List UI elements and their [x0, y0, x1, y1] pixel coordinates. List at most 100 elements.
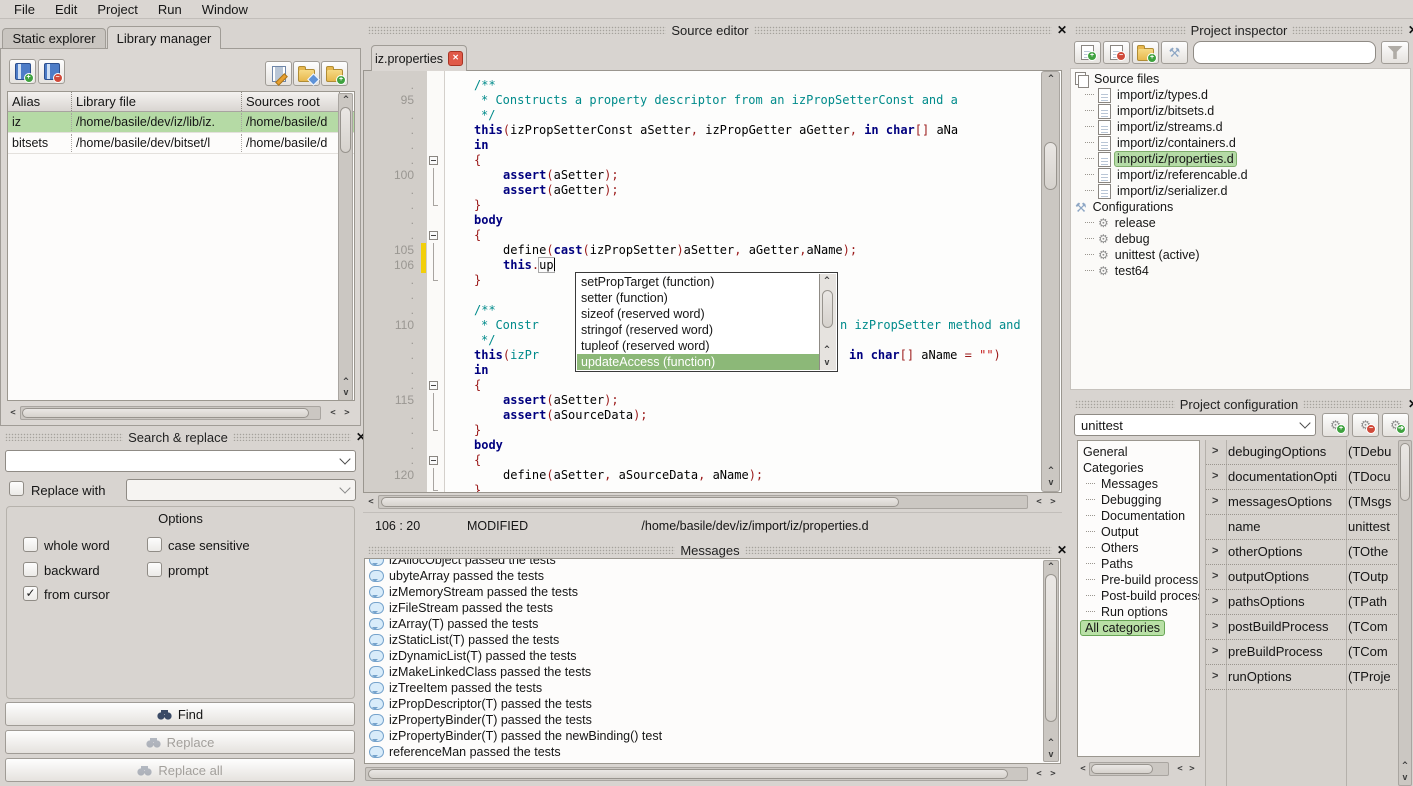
property-row-name[interactable]: nameunittest — [1206, 515, 1398, 540]
menu-project[interactable]: Project — [87, 1, 147, 18]
messages-vscrollbar[interactable]: ^ ^ v — [1043, 560, 1059, 762]
fold-marker[interactable] — [427, 408, 443, 423]
add-source-folder-button[interactable]: + — [1132, 41, 1159, 64]
close-project-inspector-icon[interactable]: ✕ — [1408, 24, 1413, 36]
property-row-debugingoptions[interactable]: >debugingOptions(TDebu — [1206, 440, 1398, 465]
message-item[interactable]: izTreeItem passed the tests — [369, 680, 542, 696]
fold-marker[interactable] — [427, 453, 443, 468]
editor-tab-iz-properties[interactable]: iz.properties ✕ — [371, 45, 467, 71]
property-value[interactable]: (TCom — [1348, 619, 1398, 634]
option-checkbox-backward[interactable] — [23, 562, 38, 577]
open-library-sources-button[interactable] — [293, 61, 320, 86]
property-grid-vscrollbar[interactable]: ^ v — [1398, 440, 1412, 786]
category-run-options[interactable]: Run options — [1086, 604, 1170, 620]
expand-icon[interactable]: > — [1212, 670, 1218, 682]
expand-icon[interactable]: > — [1212, 595, 1218, 607]
editor-vscrollbar[interactable]: ^ ^ v — [1041, 71, 1060, 492]
fold-box-icon[interactable] — [429, 156, 438, 165]
message-item[interactable]: ubyteArray passed the tests — [369, 568, 544, 584]
expand-icon[interactable]: > — [1212, 545, 1218, 557]
tree-item-import-iz-referencable-d[interactable]: import/iz/referencable.d — [1085, 167, 1250, 183]
remove-file-button[interactable]: − — [1103, 41, 1130, 64]
category-post-build-process[interactable]: Post-build process — [1086, 588, 1200, 604]
close-messages-icon[interactable]: ✕ — [1057, 544, 1067, 556]
tree-item-import-iz-bitsets-d[interactable]: import/iz/bitsets.d — [1085, 103, 1216, 119]
fold-marker[interactable] — [427, 468, 443, 483]
message-item[interactable]: izPropertyBinder(T) passed the tests — [369, 712, 592, 728]
fold-marker[interactable] — [427, 228, 443, 243]
expand-icon[interactable]: > — [1212, 620, 1218, 632]
replace-with-checkbox[interactable] — [9, 481, 24, 496]
categories-hscrollbar[interactable]: < < < > — [1077, 761, 1200, 777]
property-value[interactable]: (TPath — [1348, 594, 1398, 609]
close-project-configuration-icon[interactable]: ✕ — [1408, 398, 1413, 410]
option-checkbox-prompt[interactable] — [147, 562, 162, 577]
property-row-pathsoptions[interactable]: >pathsOptions(TPath — [1206, 590, 1398, 615]
tree-item-import-iz-properties-d[interactable]: import/iz/properties.d — [1085, 151, 1236, 167]
message-item[interactable]: izMakeLinkedClass passed the tests — [369, 664, 591, 680]
filter-button[interactable] — [1381, 41, 1409, 64]
category-debugging[interactable]: Debugging — [1086, 492, 1163, 508]
tab-static-explorer[interactable]: Static explorer — [2, 28, 106, 48]
property-value[interactable]: (TDocu — [1348, 469, 1398, 484]
tree-item-import-iz-streams-d[interactable]: import/iz/streams.d — [1085, 119, 1225, 135]
fold-marker[interactable] — [427, 198, 443, 213]
remove-library-button[interactable]: − — [38, 59, 65, 84]
edit-library-button[interactable] — [265, 61, 292, 86]
category-general[interactable]: General — [1081, 444, 1129, 460]
configuration-selector[interactable]: unittest — [1074, 414, 1316, 436]
option-checkbox-case-sensitive[interactable] — [147, 537, 162, 552]
property-value[interactable]: (TOthe — [1348, 544, 1398, 559]
expand-icon[interactable]: > — [1212, 645, 1218, 657]
option-checkbox-whole-word[interactable] — [23, 537, 38, 552]
tree-item-configurations[interactable]: ⚒Configurations — [1075, 199, 1175, 215]
add-file-button[interactable]: + — [1074, 41, 1101, 64]
close-tab-icon[interactable]: ✕ — [448, 51, 463, 66]
clone-configuration-button[interactable]: ⚙➔ — [1382, 413, 1409, 437]
inspector-filter-input[interactable] — [1193, 41, 1376, 64]
table-row[interactable]: iz/home/basile/dev/iz/lib/iz./home/basil… — [8, 112, 354, 133]
project-settings-button[interactable]: ⚒ — [1161, 41, 1188, 64]
menu-file[interactable]: File — [4, 1, 45, 18]
message-item[interactable]: izArray(T) passed the tests — [369, 616, 538, 632]
tab-library-manager[interactable]: Library manager — [107, 26, 221, 49]
tree-item-import-iz-types-d[interactable]: import/iz/types.d — [1085, 87, 1210, 103]
fold-marker[interactable] — [427, 393, 443, 408]
category-output[interactable]: Output — [1086, 524, 1141, 540]
completion-item[interactable]: setPropTarget (function) — [577, 274, 822, 290]
property-row-messagesoptions[interactable]: >messagesOptions(TMsgs — [1206, 490, 1398, 515]
add-library-folder-button[interactable]: + — [321, 61, 348, 86]
menu-run[interactable]: Run — [148, 1, 192, 18]
library-table-vscrollbar[interactable]: ^ ^ v — [338, 93, 353, 401]
option-checkbox-from-cursor[interactable]: ✓ — [23, 586, 38, 601]
messages-hscrollbar[interactable]: < > — [364, 766, 1061, 782]
category-others[interactable]: Others — [1086, 540, 1141, 556]
tree-item-source-files[interactable]: Source files — [1075, 71, 1161, 87]
message-item[interactable]: izPropertyBinder(T) passed the newBindin… — [369, 728, 662, 744]
close-source-editor-icon[interactable]: ✕ — [1057, 24, 1067, 36]
completion-item[interactable]: tupleof (reserved word) — [577, 338, 822, 354]
category-paths[interactable]: Paths — [1086, 556, 1135, 572]
fold-box-icon[interactable] — [429, 456, 438, 465]
property-value[interactable]: (TMsgs — [1348, 494, 1398, 509]
category-all-categories[interactable]: All categories — [1080, 620, 1165, 636]
property-row-prebuildprocess[interactable]: >preBuildProcess(TCom — [1206, 640, 1398, 665]
fold-box-icon[interactable] — [429, 381, 438, 390]
search-input[interactable] — [5, 450, 356, 472]
property-row-otheroptions[interactable]: >otherOptions(TOthe — [1206, 540, 1398, 565]
property-row-runoptions[interactable]: >runOptions(TProje — [1206, 665, 1398, 690]
message-item[interactable]: izFileStream passed the tests — [369, 600, 553, 616]
expand-icon[interactable]: > — [1212, 495, 1218, 507]
completion-item[interactable]: setter (function) — [577, 290, 822, 306]
fold-marker[interactable] — [427, 273, 443, 288]
replace-input[interactable] — [126, 479, 356, 501]
message-item[interactable]: izAllocObject passed the tests — [369, 558, 556, 568]
tree-item-debug[interactable]: ⚙debug — [1085, 231, 1152, 247]
tree-item-import-iz-serializer-d[interactable]: import/iz/serializer.d — [1085, 183, 1229, 199]
library-table-hscrollbar[interactable]: < < > — [7, 405, 355, 421]
tree-item-import-iz-containers-d[interactable]: import/iz/containers.d — [1085, 135, 1238, 151]
completion-item[interactable]: updateAccess (function) — [577, 354, 822, 370]
fold-box-icon[interactable] — [429, 231, 438, 240]
message-item[interactable]: referenceMan passed the tests — [369, 744, 561, 760]
fold-marker[interactable] — [427, 183, 443, 198]
